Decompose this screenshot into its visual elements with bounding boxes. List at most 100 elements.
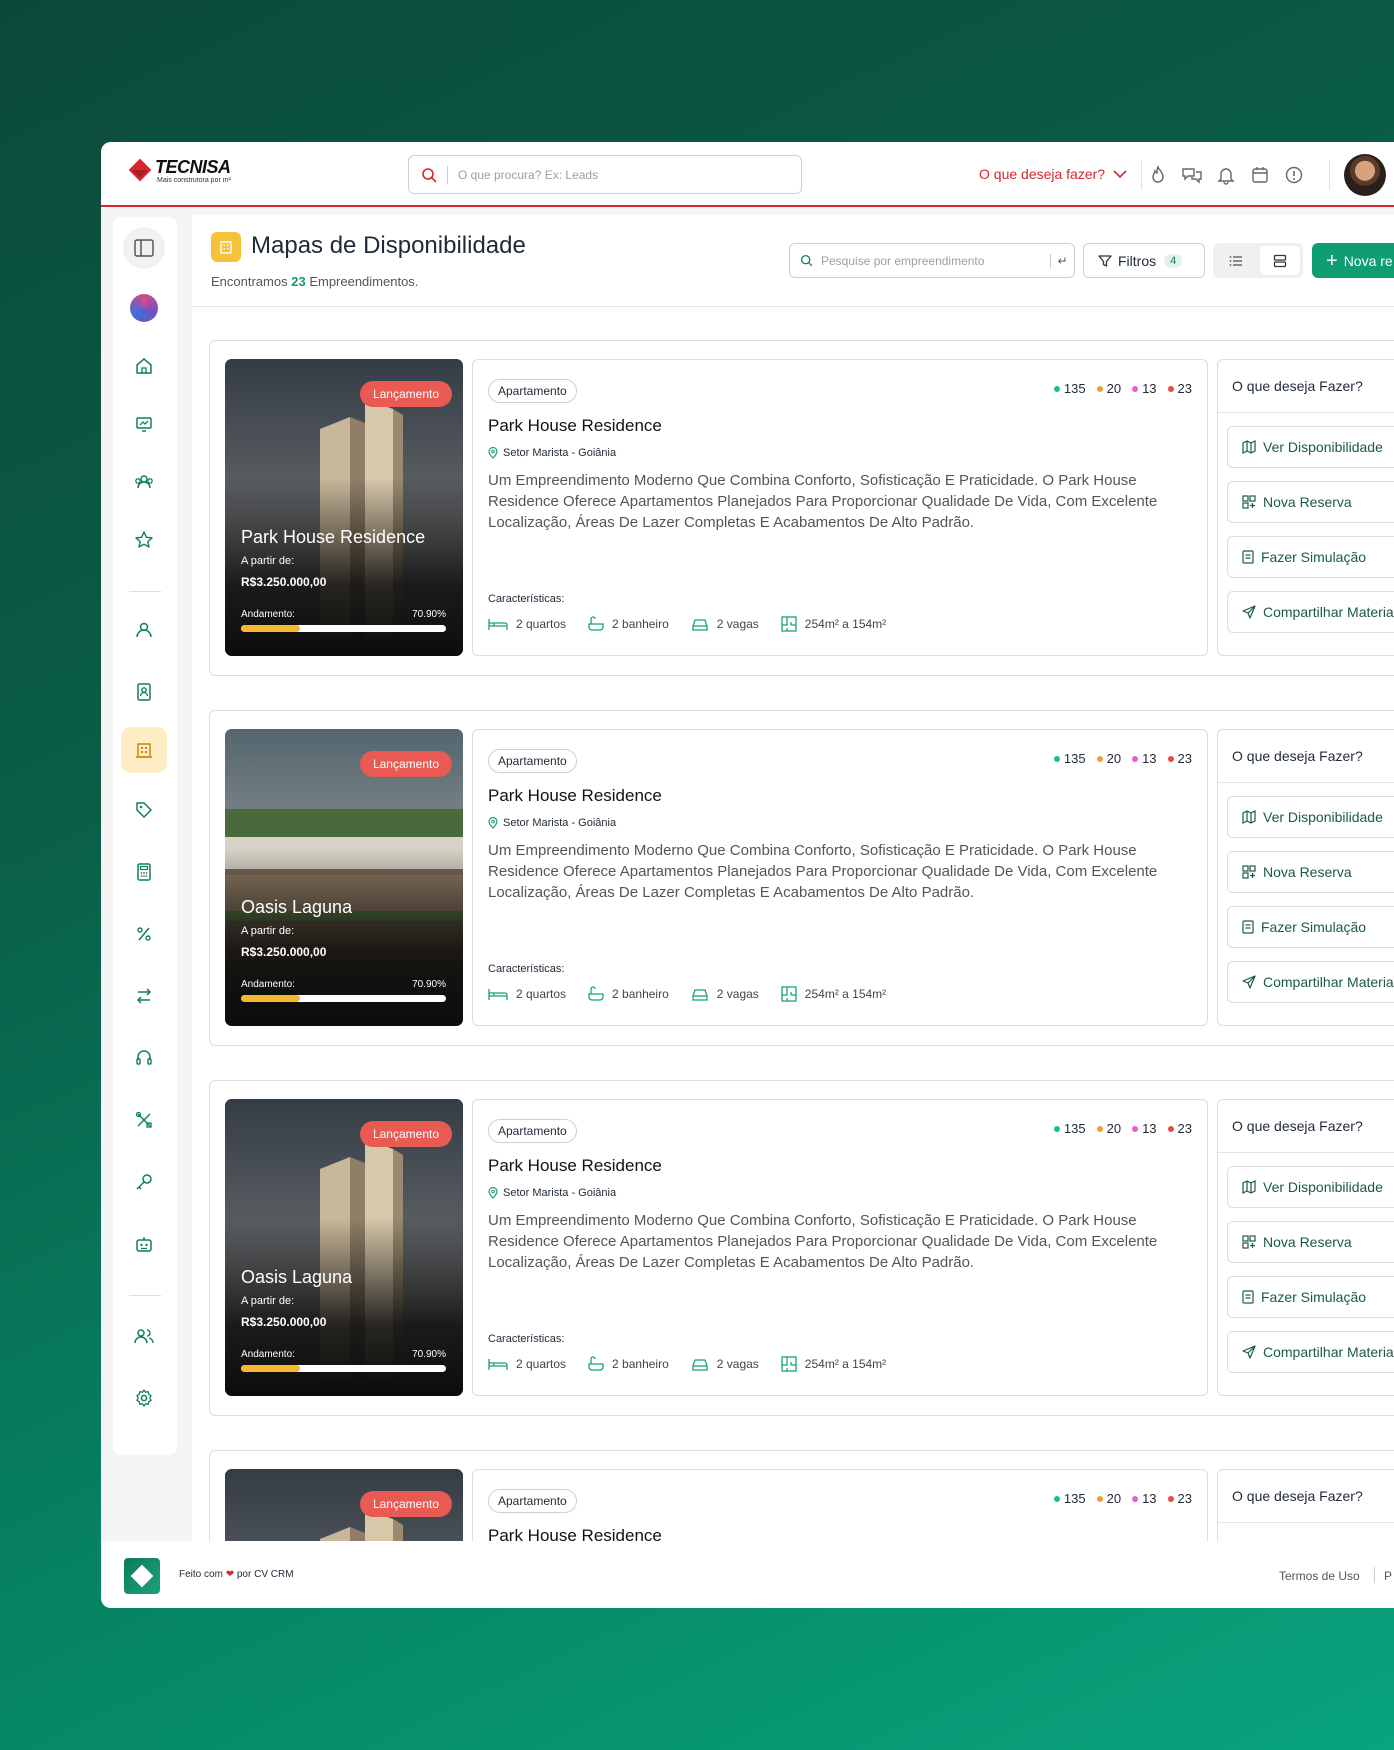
location-pin-icon [488, 1187, 498, 1199]
car-icon [692, 1359, 708, 1371]
price-from-label: A partir de: [241, 1295, 295, 1307]
development-location: Setor Marista - Goiânia [488, 1187, 616, 1199]
actions-panel: O que deseja Fazer? Ver Disponibilidade No… [1217, 1099, 1394, 1396]
development-hero[interactable]: Lançamento Oasis Laguna A partir de: R$3.25… [225, 729, 463, 1026]
development-title[interactable]: Park House Residence [488, 786, 662, 806]
development-info: Apartamento 135 20 13 23 Park House Residence… [472, 359, 1208, 656]
floorplan-icon [781, 1356, 797, 1372]
price-from-label: A partir de: [241, 555, 295, 567]
filters-button[interactable]: Filtros 4 [1083, 243, 1205, 278]
logo-diamond-icon [128, 158, 152, 182]
sidebar-item-profile[interactable] [121, 607, 167, 653]
top-bar: TECNISA Mais construtora por m² O que pr… [101, 142, 1394, 207]
sidebar-item-favorites[interactable] [121, 517, 167, 563]
building-icon [136, 743, 152, 758]
development-card: Lançamento Apartamento 135 20 13 23 Park House… [209, 1450, 1394, 1541]
development-title[interactable]: Park House Residence [488, 1156, 662, 1176]
map-icon [1242, 810, 1256, 824]
sidebar-item-tags[interactable] [121, 787, 167, 833]
sidebar-item-calculator[interactable] [121, 849, 167, 895]
terms-link[interactable]: Termos de Uso [1279, 1569, 1360, 1583]
development-search-input[interactable]: Pesquise por empreendimento ↵ [789, 243, 1075, 278]
share-material-button[interactable]: Compartilhar Material [1227, 961, 1394, 1003]
type-tag: Apartamento [488, 1489, 577, 1513]
privacy-link[interactable]: P [1384, 1569, 1392, 1583]
progress-percent: 70.90% [412, 1349, 446, 1360]
features-label: Características: [488, 1333, 565, 1345]
development-title[interactable]: Park House Residence [488, 1526, 662, 1541]
feature-item: 2 vagas [691, 1356, 759, 1372]
unit-stat: 135 [1053, 1121, 1086, 1136]
enter-key-icon[interactable]: ↵ [1050, 253, 1074, 268]
cvcrm-logo[interactable] [124, 1558, 160, 1594]
feature-item: 2 banheiro [588, 616, 669, 632]
progress-bar [241, 995, 446, 1002]
actions-title: O que deseja Fazer? [1232, 1488, 1363, 1504]
sidebar-item-contacts[interactable] [121, 669, 167, 715]
sidebar-item-support[interactable] [121, 1035, 167, 1081]
unit-stat: 20 [1096, 751, 1121, 766]
progress-label: Andamento: [241, 979, 295, 990]
global-search-input[interactable]: O que procura? Ex: Leads [408, 155, 802, 194]
simulation-button[interactable]: Fazer Simulação [1227, 536, 1394, 578]
simulation-button[interactable]: Fazer Simulação [1227, 906, 1394, 948]
new-reservation-button[interactable]: + Nova re [1312, 243, 1394, 278]
sidebar-item-availability[interactable] [121, 727, 167, 773]
development-title[interactable]: Park House Residence [488, 416, 662, 436]
development-hero[interactable]: Lançamento Oasis Laguna A partir de: R$3.25… [225, 1099, 463, 1396]
action-menu-label: O que deseja fazer? [979, 166, 1106, 182]
chevron-down-icon [1113, 169, 1127, 178]
sidebar-item-settings[interactable] [121, 1375, 167, 1421]
home-icon [136, 358, 152, 374]
chat-icon[interactable] [1180, 163, 1204, 187]
info-icon[interactable] [1282, 163, 1306, 187]
logo-tagline: Mais construtora por m² [157, 177, 231, 184]
development-hero[interactable]: Lançamento [225, 1469, 463, 1541]
view-availability-button[interactable]: Ver Disponibilidade [1227, 1166, 1394, 1208]
development-hero[interactable]: Lançamento Park House Residence A partir d… [225, 359, 463, 656]
heart-icon: ❤ [225, 1569, 235, 1580]
app-window: TECNISA Mais construtora por m² O que pr… [101, 142, 1394, 1608]
user-avatar[interactable] [1344, 154, 1386, 196]
actions-title: O que deseja Fazer? [1232, 378, 1363, 394]
view-availability-button[interactable]: Ver Disponibilidade [1227, 426, 1394, 468]
sidebar-item-teams[interactable] [121, 459, 167, 505]
bell-icon[interactable] [1214, 163, 1238, 187]
star-icon [135, 531, 153, 548]
card-view-button[interactable] [1260, 246, 1300, 275]
sidebar-item-home[interactable] [121, 343, 167, 389]
calendar-icon[interactable] [1248, 163, 1272, 187]
list-view-button[interactable] [1216, 246, 1256, 275]
unit-stat: 135 [1053, 1491, 1086, 1506]
progress-percent: 70.90% [412, 979, 446, 990]
feature-item: 2 quartos [488, 986, 566, 1002]
sidebar-item-commissions[interactable] [121, 911, 167, 957]
development-card: Lançamento Park House Residence A partir d… [209, 340, 1394, 676]
action-menu-dropdown[interactable]: O que deseja fazer? [979, 166, 1127, 182]
filters-label: Filtros [1118, 252, 1157, 269]
sidebar-toggle-button[interactable] [123, 227, 165, 269]
share-material-button[interactable]: Compartilhar Material [1227, 591, 1394, 633]
sidebar-item-presentation[interactable] [121, 401, 167, 447]
sidebar-item-bot[interactable] [121, 1221, 167, 1267]
fire-icon[interactable] [1146, 163, 1170, 187]
launch-badge: Lançamento [359, 381, 452, 407]
simulation-button[interactable]: Fazer Simulação [1227, 1276, 1394, 1318]
new-reservation-button[interactable]: Nova Reserva [1227, 1221, 1394, 1263]
sidebar-item-tools[interactable] [121, 1097, 167, 1143]
car-icon [692, 989, 708, 1001]
sidebar-item-transfers[interactable] [121, 973, 167, 1019]
new-reservation-button[interactable]: Nova Reserva [1227, 851, 1394, 893]
features-label: Características: [488, 963, 565, 975]
view-availability-button[interactable]: Ver Disponibilidade [1227, 796, 1394, 838]
new-reservation-button[interactable]: Nova Reserva [1227, 481, 1394, 523]
share-material-button[interactable]: Compartilhar Material [1227, 1331, 1394, 1373]
feature-item: 254m² a 154m² [781, 1356, 886, 1372]
features-list: 2 quartos 2 banheiro 2 vagas 254m² a 154m² [488, 616, 886, 632]
tecnisa-logo[interactable]: TECNISA Mais construtora por m² [128, 157, 231, 184]
hero-name: Oasis Laguna [241, 897, 353, 917]
sidebar-item-keys[interactable] [121, 1159, 167, 1205]
sidebar-item-users[interactable] [121, 1313, 167, 1359]
sidebar-item-workspace[interactable] [121, 285, 167, 331]
unit-stat: 20 [1096, 1121, 1121, 1136]
